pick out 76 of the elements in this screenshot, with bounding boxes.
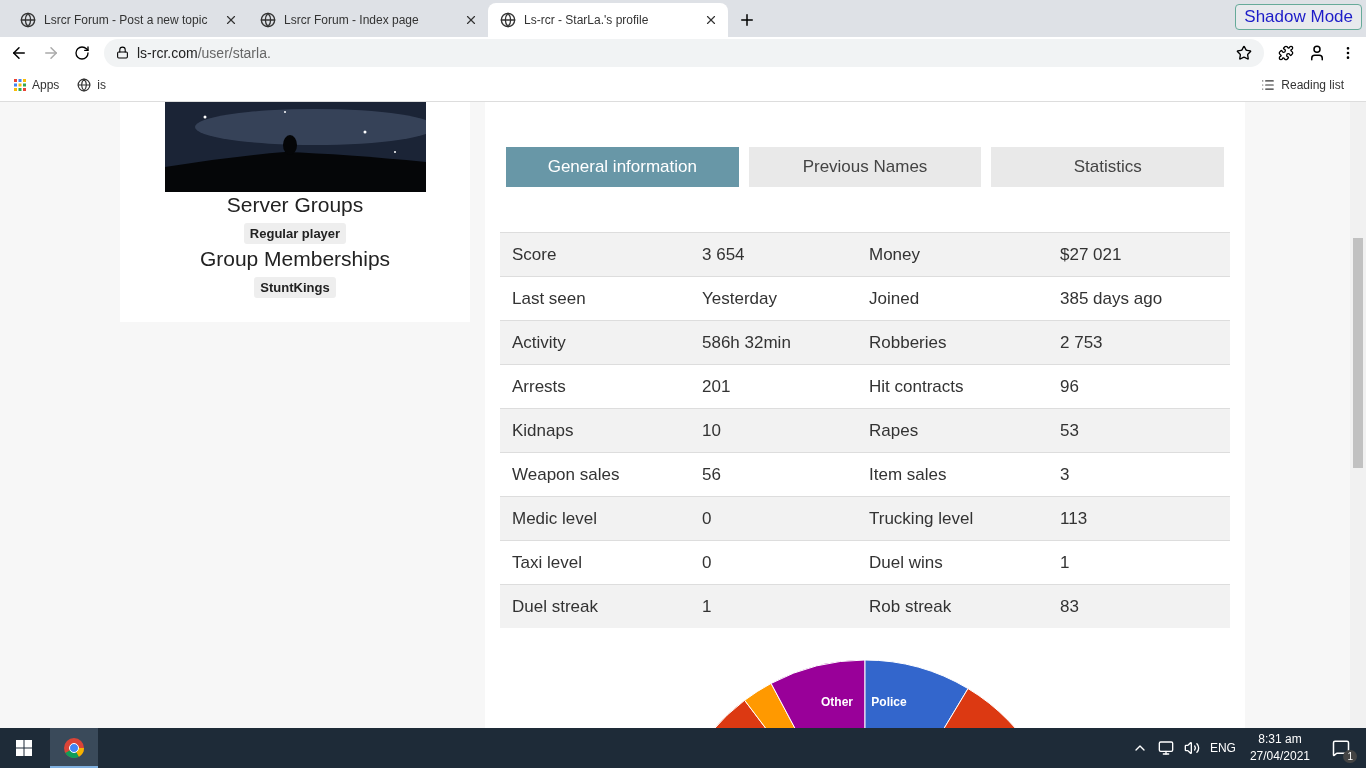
- stat-value: 2 753: [1059, 332, 1104, 353]
- browser-tab[interactable]: Lsrcr Forum - Index page: [248, 3, 488, 37]
- bookmark[interactable]: Apps: [14, 77, 60, 92]
- network-icon[interactable]: [1157, 740, 1174, 756]
- list-icon: [1261, 77, 1276, 92]
- browser-tab[interactable]: Lsrcr Forum - Post a new topic: [8, 3, 248, 37]
- stat-value: 3: [1059, 464, 1071, 485]
- stat-value: 1: [701, 596, 713, 617]
- reload-icon[interactable]: [74, 44, 90, 61]
- globe-icon: [77, 77, 92, 92]
- globe-icon: [260, 12, 276, 28]
- new-tab-icon[interactable]: [738, 11, 756, 29]
- stat-label: Duel wins: [868, 552, 944, 573]
- stat-value: 586h 32min: [701, 332, 792, 353]
- stat-label: Robberies: [868, 332, 948, 353]
- notification-count: 1: [1343, 750, 1357, 763]
- stat-label: Trucking level: [868, 508, 975, 529]
- stat-label: Weapon sales: [511, 464, 621, 485]
- stat-label: Rapes: [868, 420, 920, 441]
- stat-value: 10: [701, 420, 722, 441]
- close-icon[interactable]: [224, 13, 238, 27]
- stat-value: 3 654: [701, 244, 746, 265]
- stat-label: Medic level: [511, 508, 599, 529]
- stat-value: 0: [701, 552, 713, 573]
- stat-value: 83: [1059, 596, 1080, 617]
- apps-grid-icon: [14, 78, 26, 91]
- tab[interactable]: Statistics: [991, 147, 1224, 187]
- slice-label: Police: [871, 695, 907, 709]
- stat-label: Joined: [868, 288, 921, 309]
- stat-value: 1: [1059, 552, 1071, 573]
- scrollbar[interactable]: [1350, 102, 1366, 728]
- stat-value: 113: [1059, 508, 1089, 529]
- globe-icon: [500, 12, 516, 28]
- stat-label: Taxi level: [511, 552, 583, 573]
- stat-label: Score: [511, 244, 558, 265]
- stat-label: Activity: [511, 332, 567, 353]
- stat-value: 201: [701, 376, 732, 397]
- stat-label: Kidnaps: [511, 420, 575, 441]
- stat-label: Rob streak: [868, 596, 953, 617]
- stat-value: 0: [701, 508, 713, 529]
- notification-icon[interactable]: [1332, 739, 1350, 757]
- stat-value: 56: [701, 464, 722, 485]
- bookmark[interactable]: is: [77, 77, 107, 92]
- globe-icon: [20, 12, 36, 28]
- stat-value: 385 days ago: [1059, 288, 1164, 309]
- clock[interactable]: 8:31 am 27/04/2021: [1249, 731, 1310, 765]
- windows-icon[interactable]: [16, 740, 32, 756]
- stat-value: $27 021: [1059, 244, 1123, 265]
- volume-icon[interactable]: [1183, 740, 1200, 756]
- lock-icon: [116, 46, 129, 59]
- stat-label: Arrests: [511, 376, 567, 397]
- stat-label: Hit contracts: [868, 376, 965, 397]
- chrome-icon[interactable]: [50, 728, 98, 768]
- stat-label: Money: [868, 244, 922, 265]
- stat-value: Yesterday: [701, 288, 778, 309]
- language-indicator[interactable]: ENG: [1209, 741, 1236, 755]
- slice-label: Other: [821, 695, 853, 709]
- stat-label: Last seen: [511, 288, 587, 309]
- group-tag: Regular player: [243, 223, 347, 244]
- stat-label: Duel streak: [511, 596, 599, 617]
- close-icon[interactable]: [704, 13, 718, 27]
- close-icon[interactable]: [464, 13, 478, 27]
- stat-label: Item sales: [868, 464, 948, 485]
- address-bar[interactable]: ls-rcr.com/user/starla.: [104, 38, 1264, 67]
- stat-value: 53: [1059, 420, 1080, 441]
- extension-button[interactable]: Shadow Mode: [1235, 4, 1362, 30]
- section-title: Group Memberships: [199, 247, 391, 271]
- section-title: Server Groups: [226, 193, 364, 217]
- browser-tab[interactable]: Ls-rcr - StarLa.'s profile: [488, 3, 728, 37]
- profile-icon[interactable]: [1308, 43, 1326, 62]
- puzzle-icon[interactable]: [1278, 44, 1294, 61]
- reading-list[interactable]: Reading list: [1261, 77, 1344, 92]
- group-tag: StuntKings: [254, 277, 336, 298]
- stat-value: 96: [1059, 376, 1080, 397]
- tab[interactable]: Previous Names: [748, 147, 982, 187]
- star-icon[interactable]: [1236, 44, 1252, 61]
